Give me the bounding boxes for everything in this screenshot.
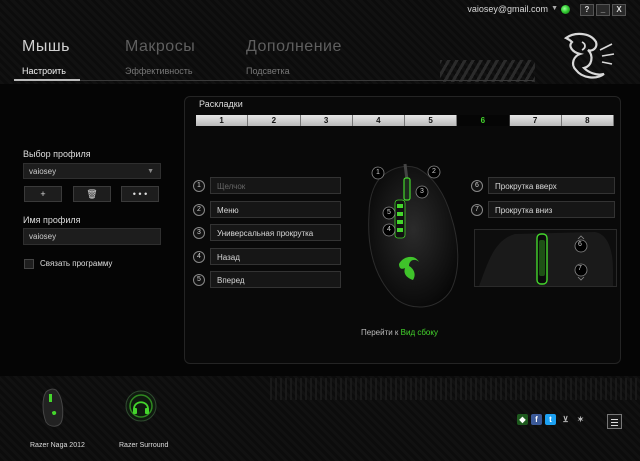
razer-logo-icon[interactable]: ✶ — [575, 414, 586, 425]
twitter-icon[interactable]: t — [545, 414, 556, 425]
side-view-thumbnail[interactable] — [474, 229, 617, 287]
link-program-checkbox[interactable] — [24, 259, 34, 269]
subtab-customize[interactable]: Настроить — [22, 66, 66, 76]
button-row-3: 3 Универсальная прокрутка — [193, 224, 341, 241]
tab-macros[interactable]: Макросы — [125, 38, 195, 56]
profile-more-button[interactable]: • • • — [121, 186, 159, 202]
facebook-icon[interactable]: f — [531, 414, 542, 425]
device-naga-label[interactable]: Razer Naga 2012 — [30, 442, 85, 449]
layout-tab-8[interactable]: 8 — [561, 115, 614, 126]
account-dropdown-icon[interactable]: ▼ — [551, 5, 558, 12]
account-email[interactable]: vaiosey@gmail.com — [467, 4, 548, 14]
title-bar: vaiosey@gmail.com ▼ ? _ X — [0, 0, 640, 20]
subtab-performance[interactable]: Эффективность — [125, 66, 193, 76]
delete-profile-button[interactable]: 🗑 — [73, 186, 111, 202]
profile-name-input[interactable]: vaiosey — [23, 228, 161, 245]
button-2-assignment[interactable]: Меню — [210, 201, 341, 218]
layout-tab-2[interactable]: 2 — [248, 115, 301, 126]
button-1-assignment[interactable]: Щелчок — [210, 177, 341, 194]
button-row-7: 7 Прокрутка вниз — [471, 201, 615, 218]
mouse-top-view-image — [368, 163, 459, 308]
decorative-footer-stripes — [270, 378, 640, 400]
mouse-label-2[interactable]: 2 — [432, 168, 436, 175]
button-number: 5 — [193, 273, 205, 286]
layout-tab-7[interactable]: 7 — [509, 115, 562, 126]
button-number: 4 — [193, 250, 205, 263]
profile-name-label: Имя профиля — [23, 215, 81, 225]
razer-synapse-window: vaiosey@gmail.com ▼ ? _ X Мышь Макросы Д… — [0, 0, 640, 461]
nav-active-indicator — [14, 79, 80, 81]
device-surround-label[interactable]: Razer Surround — [119, 442, 168, 449]
mouse-label-5[interactable]: 5 — [387, 209, 391, 216]
goto-side-view: Перейти к Вид сбоку — [361, 328, 438, 337]
razer-logo-icon — [563, 32, 615, 79]
button-6-assignment[interactable]: Прокрутка вверх — [488, 177, 615, 194]
profile-select[interactable]: vaiosey ▼ — [23, 163, 161, 179]
help-button[interactable]: ? — [580, 4, 594, 16]
link-program-label: Связать программу — [40, 259, 113, 268]
mouse-label-4[interactable]: 4 — [387, 226, 391, 233]
side-view-link[interactable]: Вид сбоку — [401, 328, 438, 337]
mouse-label-1[interactable]: 1 — [376, 169, 380, 176]
button-row-5: 5 Вперед — [193, 271, 341, 288]
tab-extras[interactable]: Дополнение — [246, 38, 342, 56]
tab-mouse[interactable]: Мышь — [22, 38, 70, 56]
online-status-icon — [561, 5, 570, 14]
mouse-label-3[interactable]: 3 — [420, 188, 424, 195]
layout-tab-1[interactable]: 1 — [196, 115, 249, 126]
side-label-6[interactable]: 6 — [578, 241, 582, 248]
close-button[interactable]: X — [612, 4, 626, 16]
surround-device-icon[interactable] — [125, 390, 157, 422]
decorative-stripes — [440, 60, 535, 82]
layout-tab-3[interactable]: 3 — [300, 115, 353, 126]
layout-tab-5[interactable]: 5 — [405, 115, 458, 126]
button-row-2: 2 Меню — [193, 201, 341, 218]
layouts-title: Раскладки — [199, 99, 243, 109]
button-number: 3 — [193, 226, 205, 239]
button-number: 1 — [193, 179, 205, 192]
add-profile-button[interactable]: + — [24, 186, 62, 202]
button-7-assignment[interactable]: Прокрутка вниз — [488, 201, 615, 218]
razer-icon[interactable]: ◆ — [517, 414, 528, 425]
button-4-assignment[interactable]: Назад — [210, 248, 341, 265]
button-number: 7 — [471, 203, 483, 216]
layout-tab-6[interactable]: 6 — [457, 115, 510, 126]
button-number: 6 — [471, 179, 483, 192]
button-3-assignment[interactable]: Универсальная прокрутка — [210, 224, 341, 241]
cart-icon[interactable]: ⊻ — [560, 414, 571, 425]
button-number: 2 — [193, 203, 205, 216]
minimize-button[interactable]: _ — [596, 4, 610, 16]
menu-button[interactable] — [607, 414, 622, 429]
chevron-down-icon: ▼ — [147, 168, 154, 175]
button-row-1: 1 Щелчок — [193, 177, 341, 194]
button-row-4: 4 Назад — [193, 248, 341, 265]
layout-tabs: 1 2 3 4 5 6 7 8 — [196, 115, 614, 126]
mouse-side-view-image — [479, 232, 613, 286]
button-5-assignment[interactable]: Вперед — [210, 271, 341, 288]
subtab-lighting[interactable]: Подсветка — [246, 66, 290, 76]
button-row-6: 6 Прокрутка вверх — [471, 177, 615, 194]
nav-divider — [14, 80, 534, 81]
profile-select-value: vaiosey — [29, 167, 57, 176]
layout-tab-4[interactable]: 4 — [352, 115, 405, 126]
goto-prefix: Перейти к — [361, 328, 399, 337]
naga-device-icon[interactable] — [40, 388, 66, 428]
side-label-7[interactable]: 7 — [578, 265, 582, 272]
profile-select-label: Выбор профиля — [23, 149, 91, 159]
